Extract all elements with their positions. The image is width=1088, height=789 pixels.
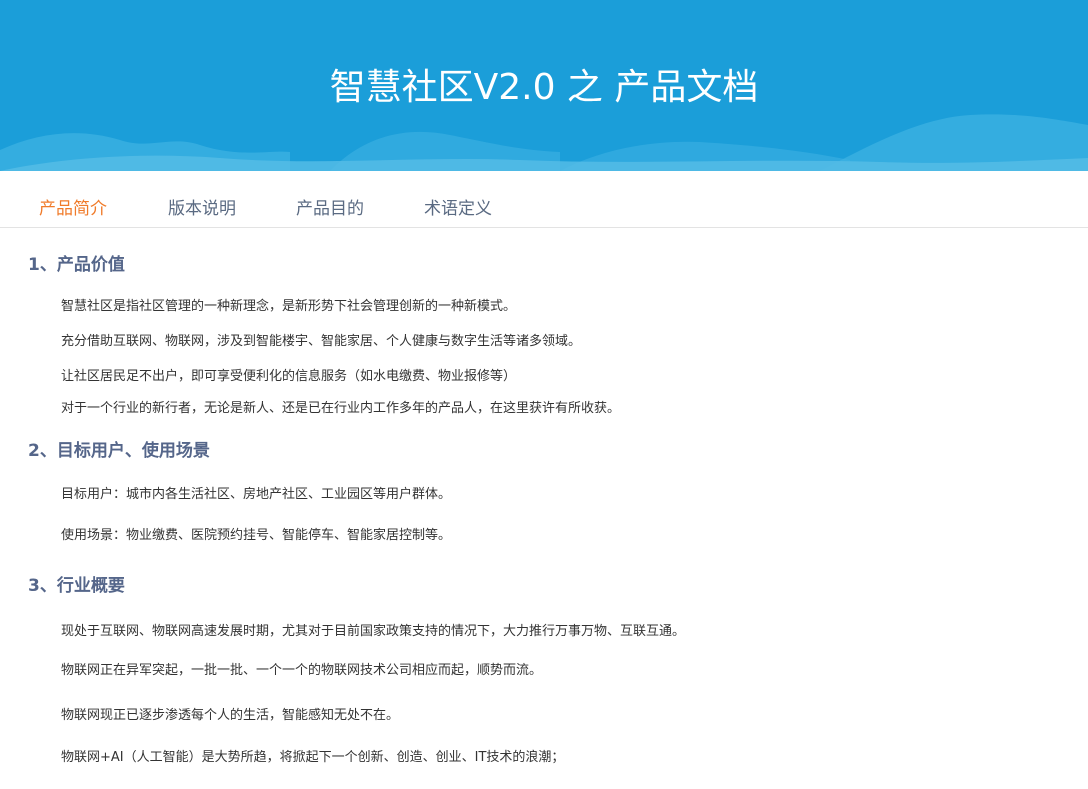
tab-version-notes[interactable]: 版本说明 bbox=[168, 194, 236, 219]
paragraph: 对于一个行业的新行者，无论是新人、还是已在行业内工作多年的产品人，在这里获许有所… bbox=[61, 401, 621, 416]
tab-product-intro[interactable]: 产品简介 bbox=[39, 194, 107, 219]
paragraph: 物联网正在异军突起，一批一批、一个一个的物联网技术公司相应而起，顺势而流。 bbox=[61, 663, 543, 678]
header-banner: 智慧社区V2.0 之 产品文档 bbox=[0, 0, 1088, 171]
paragraph: 让社区居民足不出户，即可享受便利化的信息服务（如水电缴费、物业报修等） bbox=[61, 369, 517, 384]
tab-glossary[interactable]: 术语定义 bbox=[424, 194, 492, 219]
section-heading: 2、目标用户、使用场景 bbox=[28, 441, 210, 461]
page-title: 智慧社区V2.0 之 产品文档 bbox=[329, 67, 759, 108]
paragraph: 物联网现正已逐步渗透每个人的生活，智能感知无处不在。 bbox=[61, 708, 400, 723]
paragraph: 使用场景：物业缴费、医院预约挂号、智能停车、智能家居控制等。 bbox=[61, 528, 452, 543]
section-tabs: 产品简介 版本说明 产品目的 术语定义 bbox=[0, 171, 1088, 228]
paragraph: 智慧社区是指社区管理的一种新理念，是新形势下社会管理创新的一种新模式。 bbox=[61, 299, 517, 314]
paragraph: 物联网+AI（人工智能）是大势所趋，将掀起下一个创新、创造、创业、IT技术的浪潮… bbox=[61, 750, 565, 765]
paragraph: 现处于互联网、物联网高速发展时期，尤其对于目前国家政策支持的情况下，大力推行万事… bbox=[61, 624, 686, 639]
tab-product-goals[interactable]: 产品目的 bbox=[296, 194, 364, 219]
paragraph: 充分借助互联网、物联网，涉及到智能楼宇、智能家居、个人健康与数字生活等诸多领域。 bbox=[61, 334, 582, 349]
section-heading: 3、行业概要 bbox=[28, 576, 125, 596]
section-heading: 1、产品价值 bbox=[28, 255, 125, 275]
paragraph: 目标用户：城市内各生活社区、房地产社区、工业园区等用户群体。 bbox=[61, 487, 452, 502]
